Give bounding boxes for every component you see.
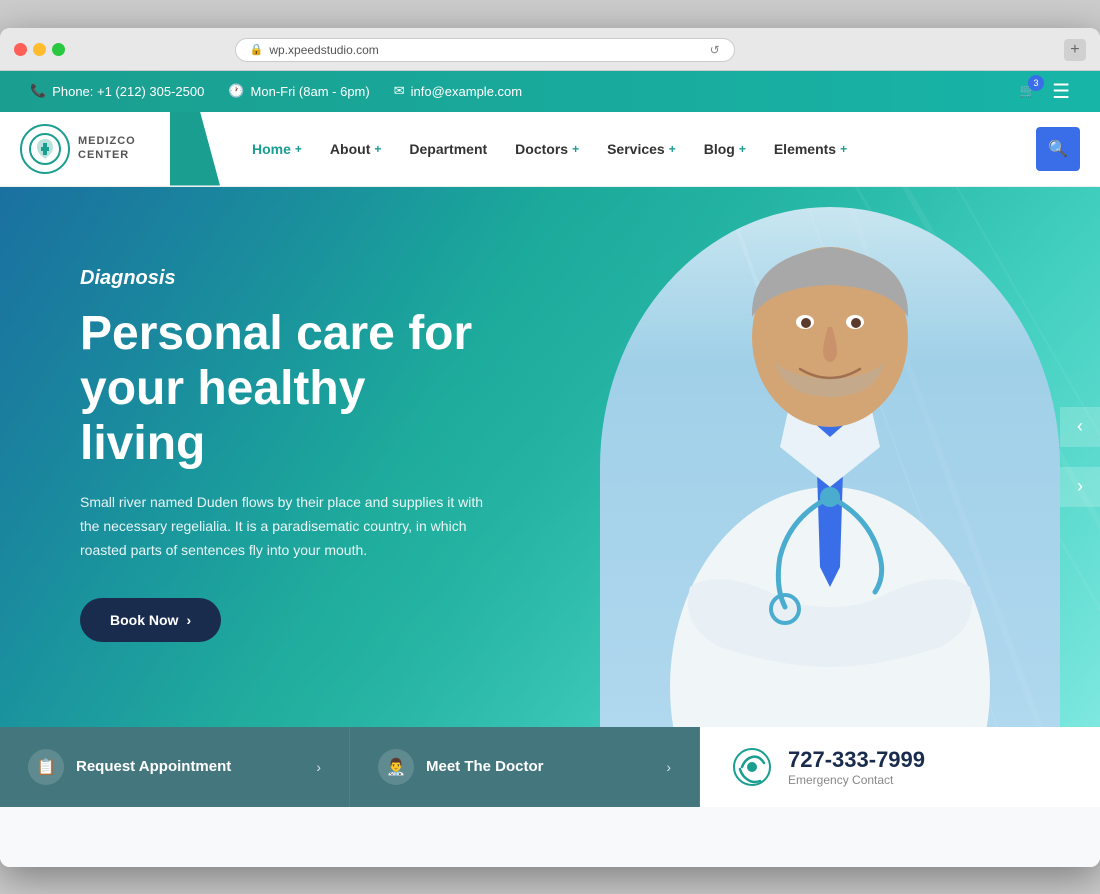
url-text: wp.xpeedstudio.com bbox=[269, 43, 378, 57]
minimize-button[interactable] bbox=[33, 43, 46, 56]
book-now-arrow: › bbox=[186, 612, 191, 628]
browser-window: 🔒 wp.xpeedstudio.com ↺ + 📞 Phone: +1 (21… bbox=[0, 28, 1100, 867]
request-appointment-button[interactable]: 📋 Request Appointment › bbox=[0, 727, 350, 807]
hero-doctor-image bbox=[600, 207, 1060, 727]
hero-content: Diagnosis Personal care for your healthy… bbox=[0, 187, 580, 683]
book-now-label: Book Now bbox=[110, 612, 178, 628]
site-content: 📞 Phone: +1 (212) 305-2500 🕐 Mon-Fri (8a… bbox=[0, 71, 1100, 867]
hero-description: Small river named Duden flows by their p… bbox=[80, 491, 500, 562]
doctor-icon: 👨‍⚕️ bbox=[378, 749, 414, 785]
slider-next-button[interactable]: › bbox=[1060, 467, 1100, 507]
top-bar-right: 🛒 3 ☰ bbox=[1020, 79, 1070, 104]
clock-icon: 🕐 bbox=[228, 83, 244, 99]
nav-home[interactable]: Home + bbox=[240, 123, 314, 175]
appointment-arrow: › bbox=[316, 759, 321, 775]
nav-elements[interactable]: Elements + bbox=[762, 123, 859, 175]
appointment-icon: 📋 bbox=[28, 749, 64, 785]
appointment-inner: 📋 Request Appointment bbox=[28, 749, 231, 785]
doctor-arrow: › bbox=[666, 759, 671, 775]
nav-services[interactable]: Services + bbox=[595, 123, 688, 175]
maximize-button[interactable] bbox=[52, 43, 65, 56]
nav-about[interactable]: About + bbox=[318, 123, 393, 175]
phone-label: Phone: +1 (212) 305-2500 bbox=[52, 84, 204, 99]
doctor-label: Meet The Doctor bbox=[426, 758, 544, 775]
cart-wrap[interactable]: 🛒 3 bbox=[1020, 83, 1036, 99]
nav-department[interactable]: Department bbox=[397, 123, 499, 175]
doctor-inner: 👨‍⚕️ Meet The Doctor bbox=[378, 749, 544, 785]
emergency-contact: 727-333-7999 Emergency Contact bbox=[700, 727, 1100, 807]
logo-text: MEDIZCO CENTER bbox=[78, 135, 136, 161]
doctor-figure bbox=[600, 207, 1060, 727]
hero-section: Diagnosis Personal care for your healthy… bbox=[0, 187, 1100, 727]
home-plus: + bbox=[295, 142, 302, 156]
nav-doctors[interactable]: Doctors + bbox=[503, 123, 591, 175]
slider-prev-button[interactable]: ‹ bbox=[1060, 407, 1100, 447]
meet-doctor-button[interactable]: 👨‍⚕️ Meet The Doctor › bbox=[350, 727, 700, 807]
hamburger-icon[interactable]: ☰ bbox=[1052, 79, 1070, 104]
address-bar[interactable]: 🔒 wp.xpeedstudio.com ↺ bbox=[235, 38, 735, 62]
close-button[interactable] bbox=[14, 43, 27, 56]
lock-icon: 🔒 bbox=[250, 43, 264, 56]
phone-item: 📞 Phone: +1 (212) 305-2500 bbox=[30, 83, 204, 99]
footer-placeholder bbox=[0, 807, 1100, 867]
phone-icon: 📞 bbox=[30, 83, 46, 99]
logo-icon bbox=[20, 124, 70, 174]
book-now-button[interactable]: Book Now › bbox=[80, 598, 221, 642]
email-label: info@example.com bbox=[411, 84, 522, 99]
logo[interactable]: MEDIZCO CENTER bbox=[20, 112, 200, 186]
main-nav: Home + About + Department Doctors + Serv… bbox=[240, 123, 1036, 175]
appointment-label: Request Appointment bbox=[76, 758, 231, 775]
nav-bar: MEDIZCO CENTER Home + About + Department… bbox=[0, 112, 1100, 187]
about-plus: + bbox=[374, 142, 381, 156]
browser-chrome: 🔒 wp.xpeedstudio.com ↺ + bbox=[0, 28, 1100, 71]
nav-blog[interactable]: Blog + bbox=[692, 123, 758, 175]
hours-label: Mon-Fri (8am - 6pm) bbox=[251, 84, 370, 99]
traffic-lights bbox=[14, 43, 65, 56]
email-icon: ✉ bbox=[394, 83, 405, 99]
top-bar-left: 📞 Phone: +1 (212) 305-2500 🕐 Mon-Fri (8a… bbox=[30, 83, 522, 99]
search-button[interactable]: 🔍 bbox=[1036, 127, 1080, 171]
elements-plus: + bbox=[840, 142, 847, 156]
emergency-icon bbox=[730, 745, 774, 789]
action-left: 📋 Request Appointment › 👨‍⚕️ Meet The Do… bbox=[0, 727, 700, 807]
emergency-phone: 727-333-7999 bbox=[788, 747, 925, 773]
action-bar: 📋 Request Appointment › 👨‍⚕️ Meet The Do… bbox=[0, 727, 1100, 807]
services-plus: + bbox=[669, 142, 676, 156]
emergency-text: 727-333-7999 Emergency Contact bbox=[788, 747, 925, 787]
hours-item: 🕐 Mon-Fri (8am - 6pm) bbox=[228, 83, 369, 99]
blog-plus: + bbox=[739, 142, 746, 156]
hero-title: Personal care for your healthy living bbox=[80, 306, 500, 472]
reload-icon[interactable]: ↺ bbox=[710, 43, 720, 57]
emergency-label: Emergency Contact bbox=[788, 773, 925, 787]
new-tab-button[interactable]: + bbox=[1064, 39, 1086, 61]
hero-tag: Diagnosis bbox=[80, 267, 500, 290]
cart-badge: 3 bbox=[1028, 75, 1044, 91]
email-item: ✉ info@example.com bbox=[394, 83, 522, 99]
search-icon: 🔍 bbox=[1048, 139, 1068, 159]
doctors-plus: + bbox=[572, 142, 579, 156]
top-bar: 📞 Phone: +1 (212) 305-2500 🕐 Mon-Fri (8a… bbox=[0, 71, 1100, 112]
